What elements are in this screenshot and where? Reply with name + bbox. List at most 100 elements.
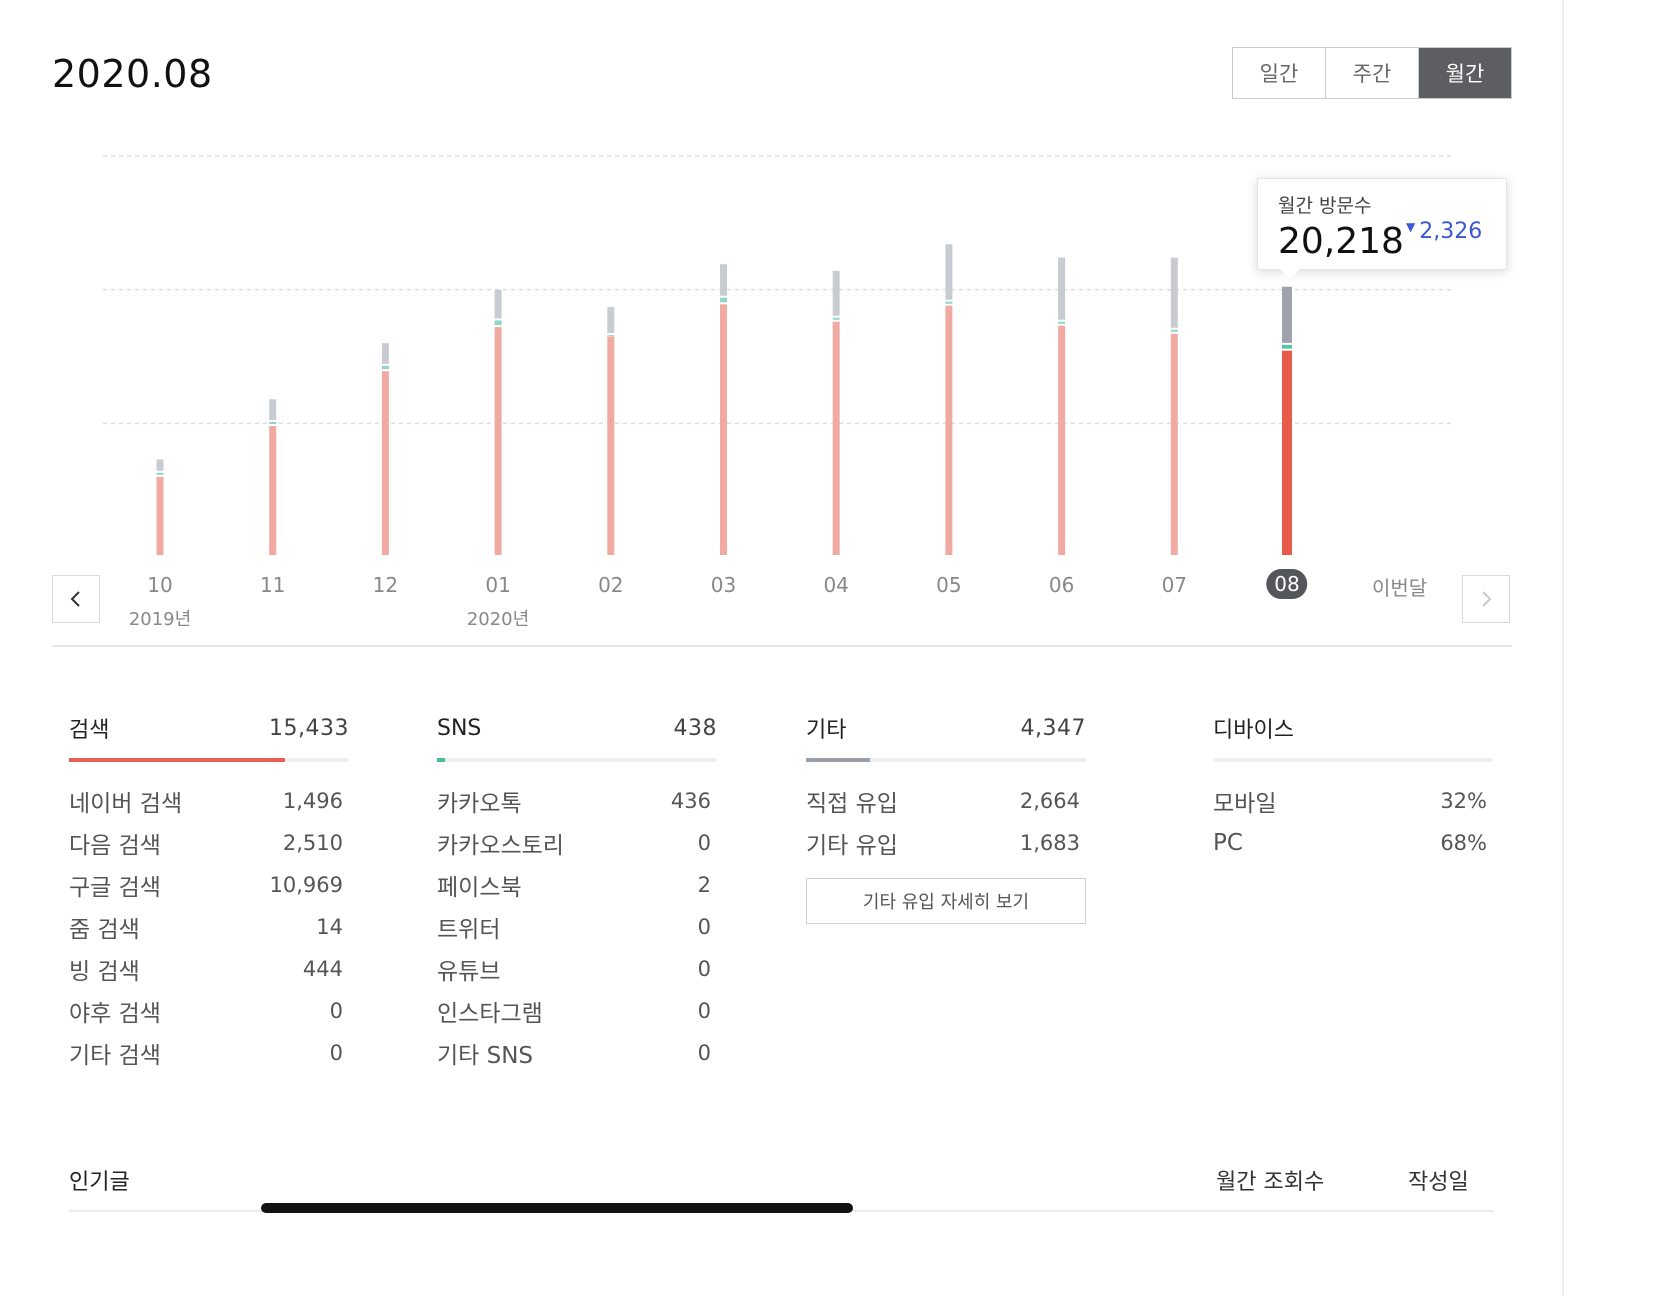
bar-03-검색[interactable] [720,304,727,555]
bar-06-검색[interactable] [1058,325,1066,555]
chart-gridlines [103,155,1455,425]
bar-07-기타[interactable] [1170,257,1178,328]
bar-03-SNS[interactable] [720,297,727,303]
bar-12-SNS[interactable] [381,365,389,370]
popular-posts-title: 인기글 [69,1170,130,1195]
list-item: 기타 검색 0 [69,1032,349,1074]
popular-date-header[interactable]: 작성일 [1408,1164,1469,1196]
etc-label: 기타 [806,718,847,743]
bar-04-SNS[interactable] [832,317,840,320]
bar-11-SNS[interactable] [269,421,277,425]
x-tick-07[interactable]: 07 [1162,573,1187,597]
list-item: 페이스북 2 [437,864,717,906]
bar-10-SNS[interactable] [156,472,164,475]
list-item: 다음 검색 2,510 [69,822,349,864]
row-label: 줌 검색 [69,917,140,943]
x-tick-10[interactable]: 10 [147,573,172,597]
tab-weekly[interactable]: 주간 [1325,48,1418,98]
scroll-edge [1562,0,1564,1296]
etc-stats: 기타 4,347 직접 유입 2,664 기타 유입 1,683 기타 유입 자세히… [806,710,1086,924]
device-header: 디바이스 [1213,710,1493,746]
row-value: 0 [697,957,711,981]
x-tick-03[interactable]: 03 [711,573,736,597]
row-label: 야후 검색 [69,1001,161,1027]
list-item: 야후 검색 0 [69,990,349,1032]
row-label: 카카오톡 [437,791,522,817]
bar-02-검색[interactable] [607,336,615,555]
etc-header: 기타 4,347 [806,710,1086,746]
row-label: 카카오스토리 [437,833,564,859]
visits-tooltip: 월간 방문수 20,218 ▼ 2,326 [1257,178,1507,279]
etc-detail-button[interactable]: 기타 유입 자세히 보기 [806,878,1086,924]
tooltip-label: 월간 방문수 [1278,195,1372,217]
x-tick-08[interactable]: 08 [1266,569,1308,599]
bar-03-기타[interactable] [720,264,727,296]
sns-stats: SNS 438 카카오톡 436 카카오스토리 0 페이스북 2 트위터 0 유튜브 0 … [437,710,717,1074]
bar-07-SNS[interactable] [1170,329,1178,332]
search-total: 15,433 [269,715,349,741]
x-tick-04[interactable]: 04 [823,573,848,597]
sns-label: SNS [437,715,482,741]
bar-11-검색[interactable] [269,426,277,555]
x-tick-05[interactable]: 05 [936,573,961,597]
year-label-2020: 2020년 [466,609,530,630]
row-value: 10,969 [269,873,343,897]
bar-01-SNS[interactable] [494,320,502,326]
tab-daily[interactable]: 일간 [1233,48,1325,98]
x-tick-11[interactable]: 11 [260,573,285,597]
tooltip-change: ▼ 2,326 [1406,219,1482,244]
bar-05-검색[interactable] [945,305,953,555]
bar-04-기타[interactable] [832,270,840,316]
bar-08-기타[interactable] [1282,286,1292,343]
row-label: 기타 SNS [437,1043,534,1069]
bar-06-SNS[interactable] [1058,321,1066,324]
list-item: 구글 검색 10,969 [69,864,349,906]
row-label: 빙 검색 [69,959,140,985]
bar-05-기타[interactable] [945,244,953,300]
bar-05-SNS[interactable] [945,301,953,304]
bar-08-SNS[interactable] [1282,344,1292,349]
next-period-button[interactable] [1462,575,1510,623]
row-label: 직접 유입 [806,791,898,817]
row-value: 436 [670,789,711,813]
bar-12-기타[interactable] [381,343,389,364]
bar-04-검색[interactable] [832,321,840,555]
search-stats: 검색 15,433 네이버 검색 1,496 다음 검색 2,510 구글 검색 10… [69,710,349,1074]
bar-12-검색[interactable] [381,371,389,555]
bar-01-검색[interactable] [494,327,502,555]
tooltip-arrow [1280,269,1300,279]
bar-07-검색[interactable] [1170,333,1178,555]
device-label: 디바이스 [1213,718,1294,743]
row-label: 유튜브 [437,959,501,985]
current-month-label[interactable]: 이번달 [1372,572,1427,601]
chart-bars [156,244,1292,555]
bar-01-기타[interactable] [494,289,502,319]
prev-period-button[interactable] [52,575,100,623]
row-label: 기타 유입 [806,833,898,859]
bar-06-기타[interactable] [1058,257,1066,320]
search-header: 검색 15,433 [69,710,349,746]
x-tick-12[interactable]: 12 [373,573,398,597]
row-value: 2 [697,873,711,897]
bar-02-SNS[interactable] [607,335,615,337]
x-tick-01[interactable]: 01 [485,573,510,597]
search-ratio-bar [69,758,349,762]
chevron-right-icon [1482,591,1492,607]
popular-views-header[interactable]: 월간 조회수 [1216,1164,1324,1196]
bar-08-검색[interactable] [1282,350,1292,555]
year-label-2019: 2019년 [128,609,192,630]
bar-11-기타[interactable] [269,399,277,420]
sns-ratio-bar [437,758,717,762]
bar-02-기타[interactable] [607,307,615,334]
bar-10-검색[interactable] [156,476,164,555]
list-item: 줌 검색 14 [69,906,349,948]
x-tick-02[interactable]: 02 [598,573,623,597]
tab-monthly[interactable]: 월간 [1418,48,1511,98]
bar-10-기타[interactable] [156,459,164,471]
row-value: 0 [329,999,343,1023]
row-label: 기타 검색 [69,1043,161,1069]
row-value: 0 [329,1041,343,1065]
list-item: 기타 유입 1,683 [806,822,1086,864]
x-tick-06[interactable]: 06 [1049,573,1074,597]
list-item: PC 68% [1213,822,1493,864]
